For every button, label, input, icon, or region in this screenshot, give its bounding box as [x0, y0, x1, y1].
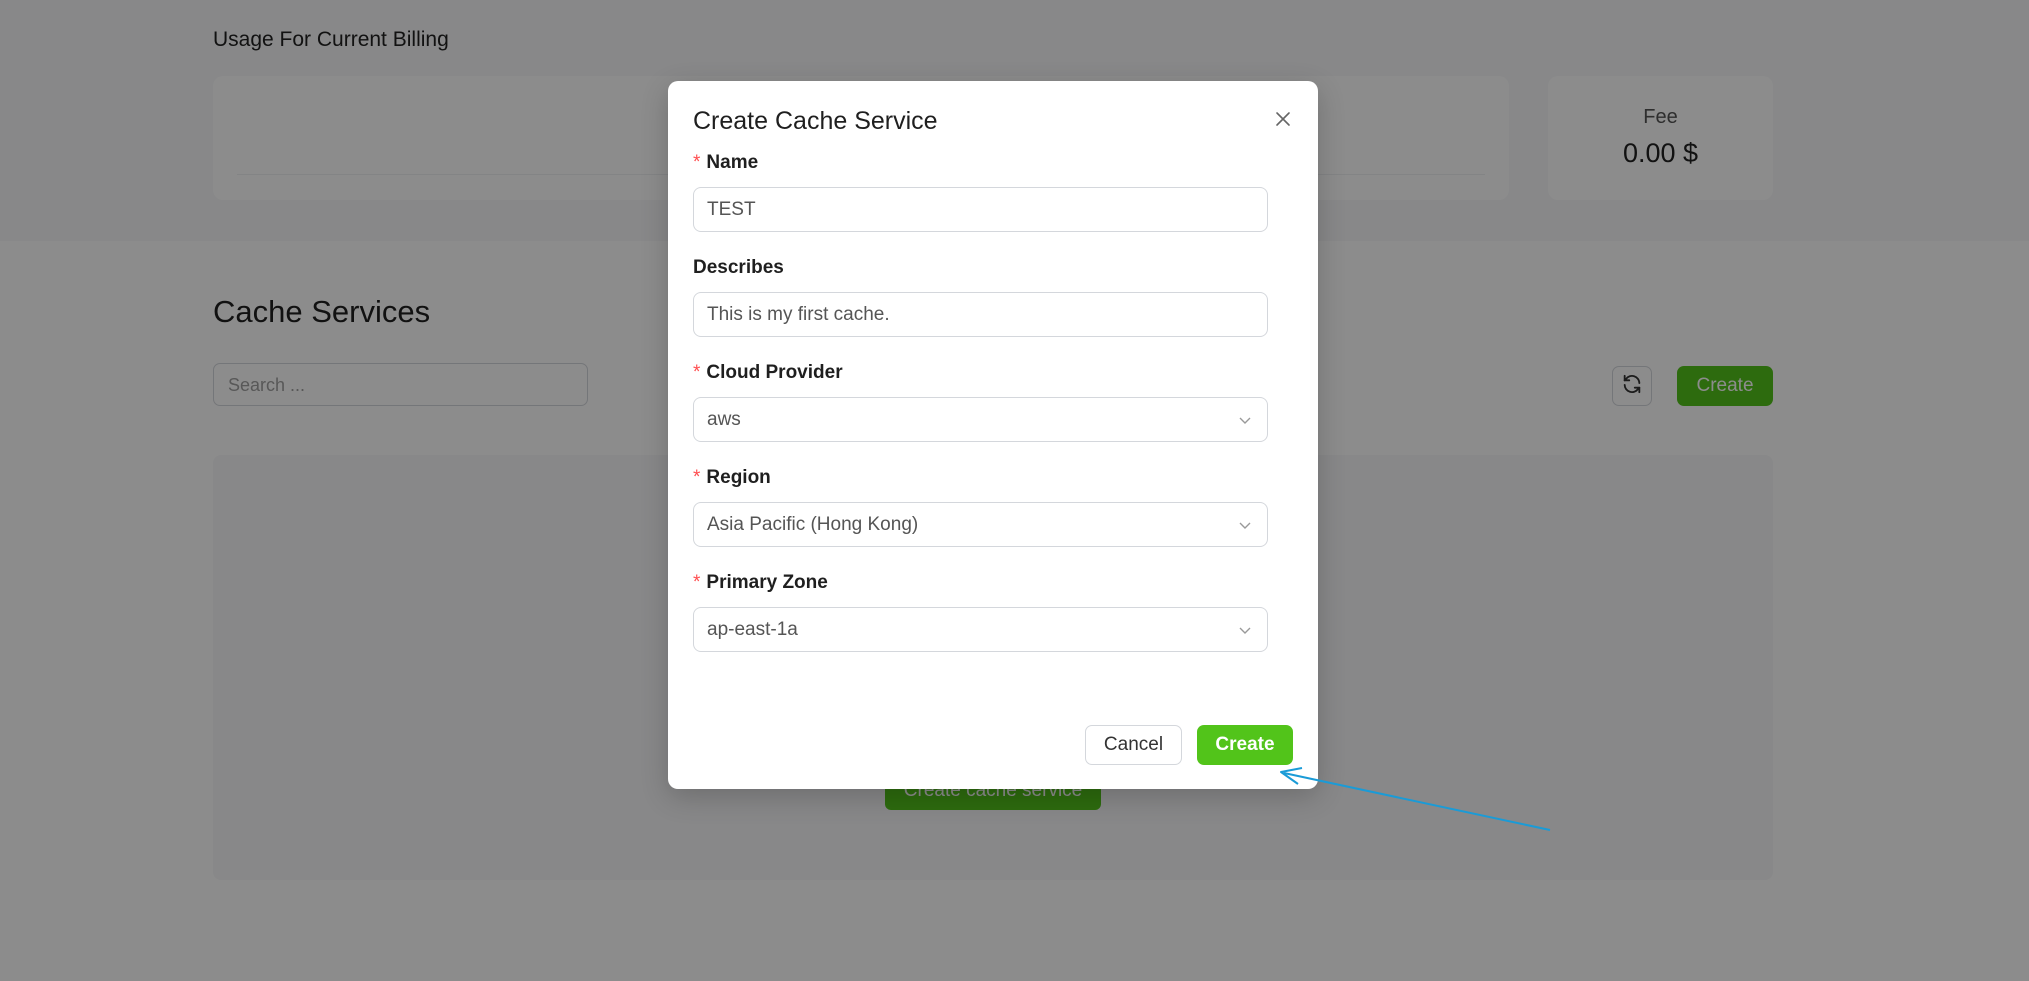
required-mark: * — [693, 467, 701, 488]
region-label: * Region — [693, 467, 771, 488]
chevron-down-icon — [1238, 412, 1254, 428]
region-value: Asia Pacific (Hong Kong) — [707, 513, 919, 535]
create-cache-service-dialog: Create Cache Service *Name Describes *Cl… — [668, 81, 1318, 789]
name-label: * Name — [693, 152, 759, 173]
close-icon — [1275, 111, 1291, 132]
region-select[interactable]: Asia Pacific (Hong Kong) — [693, 502, 1268, 547]
chevron-down-icon — [1238, 517, 1254, 533]
primary-zone-label: * Primary Zone — [693, 572, 828, 593]
required-mark: * — [693, 572, 701, 593]
describes-field[interactable] — [693, 292, 1268, 337]
create-submit-button[interactable]: Create — [1197, 725, 1293, 765]
required-mark: * — [693, 152, 701, 173]
cancel-button[interactable]: Cancel — [1085, 725, 1182, 765]
chevron-down-icon — [1238, 622, 1254, 638]
primary-zone-select[interactable]: ap-east-1a — [693, 607, 1268, 652]
describes-label: Describes — [693, 257, 784, 278]
name-field[interactable] — [693, 187, 1268, 232]
cloud-provider-select[interactable]: aws — [693, 397, 1268, 442]
dialog-title: Create Cache Service — [693, 107, 938, 135]
required-mark: * — [693, 362, 701, 383]
primary-zone-value: ap-east-1a — [707, 618, 798, 640]
cloud-provider-label: * Cloud Provider — [693, 362, 843, 383]
cloud-provider-value: aws — [707, 408, 741, 430]
close-button[interactable] — [1271, 109, 1295, 133]
